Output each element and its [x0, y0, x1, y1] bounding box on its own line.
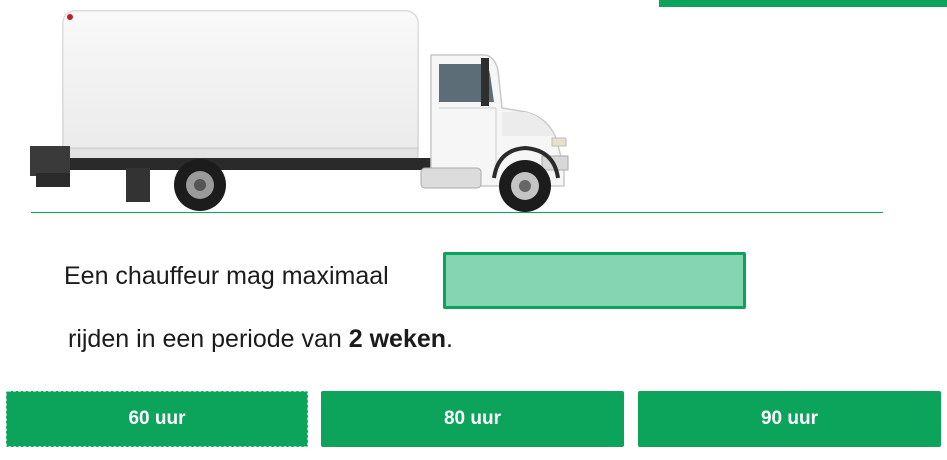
truck-image	[30, 10, 569, 212]
option-90-uur-button[interactable]: 90 uur	[638, 391, 941, 447]
question-suffix: rijden in een periode van 2 weken.	[68, 325, 453, 354]
question-prefix: Een chauffeur mag maximaal	[64, 262, 389, 290]
question-suffix-end: .	[446, 325, 453, 353]
option-60-uur-button[interactable]: 60 uur	[6, 391, 308, 447]
answer-drop-slot[interactable]	[443, 252, 746, 309]
question-suffix-text: rijden in een periode van	[68, 325, 349, 353]
question-suffix-bold: 2 weken	[348, 325, 447, 353]
quiz-page: Een chauffeur mag maximaal rijden in een…	[0, 0, 947, 460]
option-80-uur-button[interactable]: 80 uur	[321, 391, 624, 447]
divider	[31, 212, 883, 213]
progress-bar	[659, 0, 947, 7]
